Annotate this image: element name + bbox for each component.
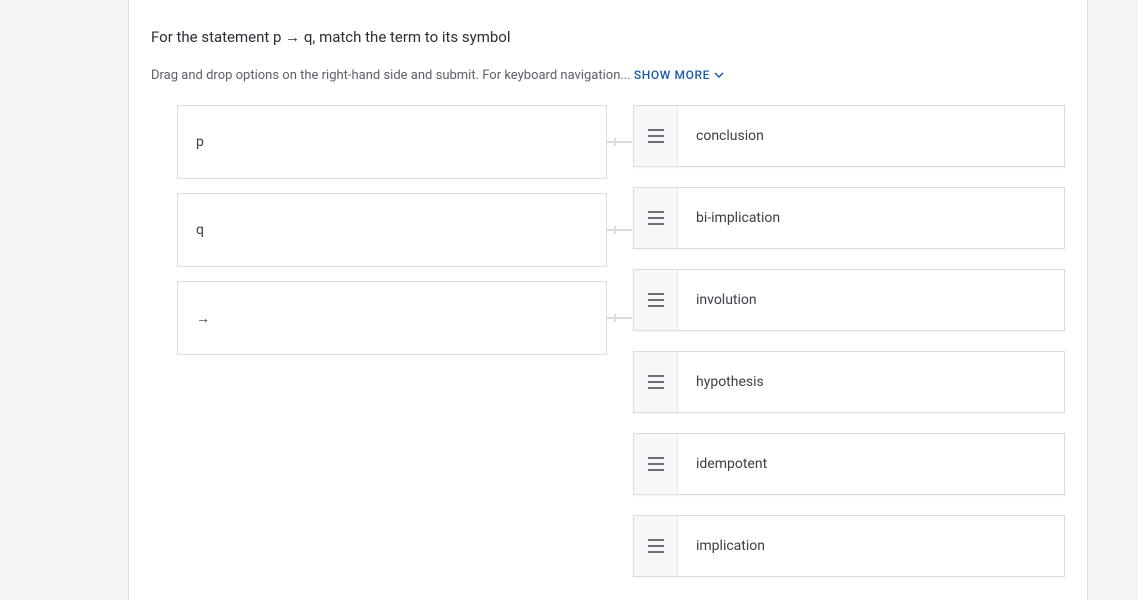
drop-target-label: p: [196, 134, 204, 150]
drag-handle-icon: [648, 129, 664, 143]
drop-target-label: q: [196, 222, 204, 238]
drag-handle-icon: [648, 375, 664, 389]
connector-line: [606, 141, 632, 143]
drag-handle[interactable]: [634, 516, 678, 576]
connector-line: [606, 317, 632, 319]
drag-handle-icon: [648, 539, 664, 553]
show-more-label: SHOW MORE: [634, 68, 710, 82]
drag-handle[interactable]: [634, 188, 678, 248]
question-instructions: Drag and drop options on the right-hand …: [151, 68, 1065, 83]
option-label: implication: [678, 516, 1064, 576]
option-label: idempotent: [678, 434, 1064, 494]
show-more-button[interactable]: SHOW MORE: [634, 68, 724, 82]
chevron-down-icon: [714, 70, 724, 80]
drag-handle[interactable]: [634, 270, 678, 330]
question-title: For the statement p → q, match the term …: [151, 28, 1065, 46]
option-label: bi-implication: [678, 188, 1064, 248]
drop-target[interactable]: q: [177, 193, 607, 267]
drop-target[interactable]: →: [177, 281, 607, 355]
drag-handle-icon: [648, 293, 664, 307]
drag-handle-icon: [648, 457, 664, 471]
drop-target[interactable]: p: [177, 105, 607, 179]
drop-target-label: →: [196, 310, 210, 327]
draggable-option[interactable]: idempotent: [633, 433, 1065, 495]
draggable-option[interactable]: bi-implication: [633, 187, 1065, 249]
draggable-option[interactable]: hypothesis: [633, 351, 1065, 413]
drag-handle[interactable]: [634, 352, 678, 412]
matching-area: p q → conclusion: [151, 105, 1065, 597]
draggable-option[interactable]: conclusion: [633, 105, 1065, 167]
drag-handle[interactable]: [634, 434, 678, 494]
question-card: For the statement p → q, match the term …: [128, 0, 1088, 600]
option-label: conclusion: [678, 106, 1064, 166]
draggable-options-column: conclusion bi-implication involution: [633, 105, 1065, 597]
drag-handle-icon: [648, 211, 664, 225]
instructions-text: Drag and drop options on the right-hand …: [151, 68, 634, 83]
drag-handle[interactable]: [634, 106, 678, 166]
drop-targets-column: p q →: [177, 105, 607, 597]
connector-line: [606, 229, 632, 231]
draggable-option[interactable]: implication: [633, 515, 1065, 577]
draggable-option[interactable]: involution: [633, 269, 1065, 331]
option-label: hypothesis: [678, 352, 1064, 412]
option-label: involution: [678, 270, 1064, 330]
